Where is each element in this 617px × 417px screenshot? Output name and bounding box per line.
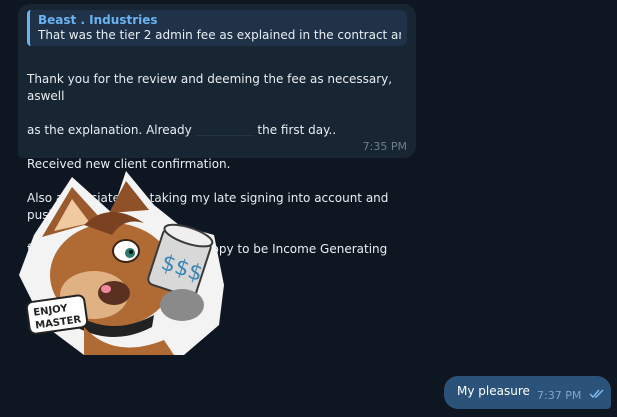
fox-drinking-mug-sticker[interactable]: $$$ ENJOY MASTER <box>14 165 229 360</box>
message-line: as the explanation. Already the first da… <box>27 122 407 139</box>
message-text: My pleasure <box>457 384 530 398</box>
incoming-message[interactable]: Beast . Industries That was the tier 2 a… <box>18 4 416 290</box>
reply-text: That was the tier 2 admin fee as explain… <box>38 28 401 42</box>
reply-author: Beast . Industries <box>38 13 158 27</box>
message-time: 7:37 PM <box>537 389 582 402</box>
double-check-icon <box>589 389 604 399</box>
redacted-text <box>195 122 254 136</box>
message-text: the first day.. <box>257 123 337 137</box>
outgoing-message[interactable]: My pleasure 7:37 PM <box>444 376 611 409</box>
reply-preview[interactable]: Beast . Industries That was the tier 2 a… <box>27 10 407 46</box>
message-time: 7:35 PM <box>362 140 407 153</box>
message-line: Thank you for the review and deeming the… <box>27 72 393 103</box>
message-text: as the explanation. Already <box>27 123 192 137</box>
